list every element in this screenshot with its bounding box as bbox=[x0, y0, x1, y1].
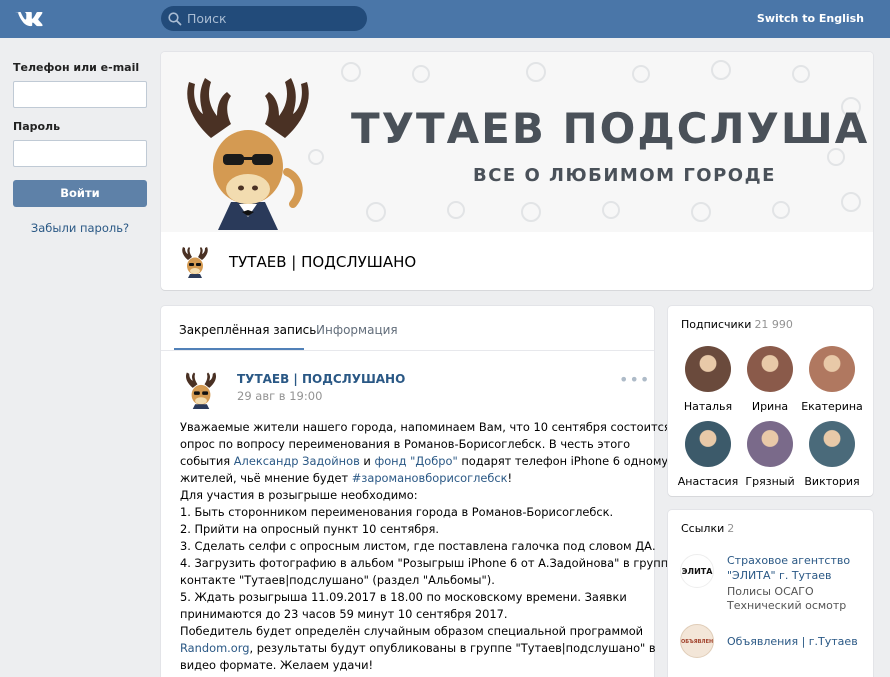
password-label: Пароль bbox=[13, 120, 61, 133]
links-card: Ссылки 2 ЭЛИТА Страховое агентство "ЭЛИТА"… bbox=[668, 510, 873, 677]
subscriber-name: Виктория bbox=[804, 475, 860, 488]
post-line: контакте "Тутаев|подслушано" (раздел "Ал… bbox=[180, 573, 495, 587]
post-line: 5. Ждать розыгрыша 11.09.2017 в 18.00 по… bbox=[180, 590, 627, 604]
link-title-ads[interactable]: Объявления | г.Тутаев bbox=[727, 634, 858, 649]
post-text-fragment: ! bbox=[507, 471, 513, 485]
cover-title: ТУТАЕВ ПОДСЛУШАНО bbox=[351, 104, 873, 153]
tab-information[interactable]: Информация bbox=[316, 323, 398, 337]
subscribers-label: Подписчики bbox=[681, 318, 752, 331]
password-field[interactable] bbox=[13, 140, 147, 167]
post-line: Победитель будет определён случайным обр… bbox=[180, 624, 644, 638]
link-desc-line: Технический осмотр bbox=[727, 599, 847, 612]
group-cover-card: ТУТАЕВ ПОДСЛУШАНО ВСЕ О ЛЮБИМОМ ГОРОДЕ Т… bbox=[161, 52, 873, 290]
post-author-avatar[interactable] bbox=[181, 369, 221, 409]
links-label: Ссылки bbox=[681, 522, 725, 535]
subscriber-avatar[interactable] bbox=[809, 421, 855, 467]
subscriber-item[interactable]: Виктория bbox=[800, 421, 864, 488]
link-title-line: Страховое агентство bbox=[727, 554, 851, 567]
moose-mascot-icon bbox=[187, 78, 309, 230]
post-line: 2. Прийти на опросный пункт 10 сентября. bbox=[180, 522, 439, 536]
subscriber-item[interactable]: Наталья bbox=[676, 346, 740, 413]
subscriber-item[interactable]: Екатерина bbox=[800, 346, 864, 413]
post-line: Для участия в розыгрыше необходимо: bbox=[180, 488, 418, 502]
phone-email-field[interactable] bbox=[13, 81, 147, 108]
more-options-icon[interactable]: ••• bbox=[619, 370, 650, 389]
subscriber-name: Ирина bbox=[751, 400, 789, 413]
switch-language-link[interactable]: Switch to English bbox=[757, 12, 864, 25]
phone-label: Телефон или e-mail bbox=[13, 61, 140, 74]
subscriber-avatar[interactable] bbox=[747, 421, 793, 467]
post-line: Уважаемые жители нашего города, напомина… bbox=[180, 420, 671, 434]
active-tab-indicator bbox=[174, 348, 304, 350]
subscriber-name: Грязный bbox=[745, 475, 795, 488]
subscriber-avatar[interactable] bbox=[685, 421, 731, 467]
wall-tabs: Закреплённая запись Информация bbox=[161, 306, 654, 351]
post-line: принимаются до 23 часов 59 минут 10 сент… bbox=[180, 607, 508, 621]
subscriber-avatar[interactable] bbox=[685, 346, 731, 392]
post-line: 3. Сделать селфи с опросным листом, где … bbox=[180, 539, 656, 553]
login-button[interactable]: Войти bbox=[13, 180, 147, 207]
hashtag-link[interactable]: #заромановборисоглебск bbox=[352, 471, 508, 485]
cover-image: ТУТАЕВ ПОДСЛУШАНО ВСЕ О ЛЮБИМОМ ГОРОДЕ bbox=[161, 52, 873, 232]
group-name: ТУТАЕВ | ПОДСЛУШАНО bbox=[229, 253, 417, 271]
subscriber-item[interactable]: Ирина bbox=[738, 346, 802, 413]
post-text-fragment: и bbox=[359, 454, 375, 468]
subscriber-name: Наталья bbox=[683, 400, 733, 413]
search-input[interactable] bbox=[187, 8, 357, 29]
wall-card: Закреплённая запись Информация ТУТАЕВ | … bbox=[161, 306, 686, 677]
link-desc-line: Полисы ОСАГО bbox=[727, 585, 814, 598]
subscriber-item[interactable]: Грязный bbox=[738, 421, 802, 488]
post-line: события Александр Задойнов и фонд "Добро… bbox=[180, 453, 685, 470]
subscribers-header[interactable]: Подписчики 21 990 bbox=[681, 318, 793, 331]
mention-link-person[interactable]: Александр Задойнов bbox=[234, 454, 360, 468]
post-text-fragment: жителей, чьё мнение будет bbox=[180, 471, 352, 485]
post-text-fragment: подарят телефон iPhone 6 одному из bbox=[457, 454, 686, 468]
subscriber-avatar[interactable] bbox=[809, 346, 855, 392]
random-org-link[interactable]: Random.org bbox=[180, 641, 249, 655]
mention-link-fund[interactable]: фонд "Добро" bbox=[374, 454, 457, 468]
subscribers-count: 21 990 bbox=[754, 318, 793, 331]
link-logo-ads[interactable]: ОБЪЯВЛЕНИЯ bbox=[680, 624, 714, 658]
subscriber-name: Екатерина bbox=[801, 400, 863, 413]
cover-subtitle: ВСЕ О ЛЮБИМОМ ГОРОДЕ bbox=[473, 165, 776, 186]
vk-logo-icon[interactable] bbox=[13, 9, 43, 29]
post-line: опрос по вопросу переименования в Романо… bbox=[180, 437, 631, 451]
elita-logo-text: ЭЛИТА bbox=[681, 567, 713, 576]
search-icon bbox=[168, 12, 182, 26]
search-box[interactable] bbox=[161, 6, 367, 31]
post-date[interactable]: 29 авг в 19:00 bbox=[237, 389, 322, 403]
post-author-link[interactable]: ТУТАЕВ | ПОДСЛУШАНО bbox=[237, 372, 405, 386]
link-title-line: "ЭЛИТА" г. Тутаев bbox=[727, 569, 832, 582]
tab-pinned-post[interactable]: Закреплённая запись bbox=[179, 323, 316, 337]
link-title-elita[interactable]: Страховое агентство "ЭЛИТА" г. Тутаев bbox=[727, 553, 850, 583]
link-desc-elita: Полисы ОСАГО Технический осмотр bbox=[727, 585, 846, 613]
links-count: 2 bbox=[727, 522, 735, 535]
subscribers-card: Подписчики 21 990 Наталья Ирина Екатерина Ан… bbox=[668, 306, 873, 496]
post-line: 4. Загрузить фотографию в альбом "Розыгр… bbox=[180, 556, 686, 570]
post-line: 1. Быть сторонником переименования город… bbox=[180, 505, 614, 519]
top-bar: Switch to English bbox=[0, 0, 890, 38]
forgot-password-link[interactable]: Забыли пароль? bbox=[13, 221, 147, 235]
post-text: Уважаемые жители нашего города, напомина… bbox=[180, 419, 686, 674]
post-line: Random.org, результаты будут опубликован… bbox=[180, 640, 656, 657]
subscriber-name: Анастасия bbox=[677, 475, 739, 488]
post-text-fragment: , результаты будут опубликованы в группе… bbox=[249, 641, 656, 655]
link-logo-elita[interactable]: ЭЛИТА bbox=[680, 554, 714, 588]
subscriber-avatar[interactable] bbox=[747, 346, 793, 392]
ads-logo-text: ОБЪЯВЛЕНИЯ bbox=[681, 639, 714, 645]
post-line: видео формате. Желаем удачи! bbox=[180, 658, 374, 672]
group-avatar[interactable] bbox=[178, 244, 212, 278]
post-line: жителей, чьё мнение будет #заромановбори… bbox=[180, 470, 640, 487]
post-text-fragment: события bbox=[180, 454, 234, 468]
subscriber-item[interactable]: Анастасия bbox=[676, 421, 740, 488]
links-header[interactable]: Ссылки 2 bbox=[681, 522, 734, 535]
